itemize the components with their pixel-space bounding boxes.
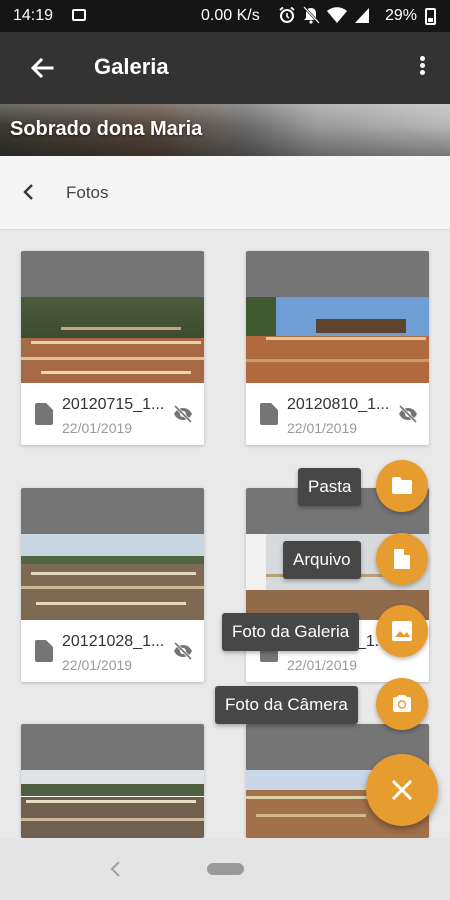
file-name: 20120810_1... (287, 396, 390, 413)
card-header (246, 251, 429, 297)
card-info: 20121028_1... 22/01/2019 (21, 620, 204, 682)
visibility-off-icon[interactable] (398, 405, 418, 423)
battery-icon (425, 8, 436, 25)
visibility-off-icon[interactable] (173, 642, 193, 660)
gallery-card[interactable] (21, 724, 204, 838)
fab-label-arquivo[interactable]: Arquivo (283, 541, 361, 579)
breadcrumb: Fotos (0, 156, 450, 230)
mute-icon (303, 6, 320, 24)
chevron-left-icon[interactable] (17, 180, 41, 204)
fab-label-foto-camera[interactable]: Foto da Câmera (215, 686, 358, 724)
card-header (21, 724, 204, 770)
fab-close-button[interactable] (366, 754, 438, 826)
file-icon (35, 403, 53, 425)
card-header (21, 251, 204, 297)
system-nav-bar (0, 838, 450, 900)
arrow-back-icon[interactable] (26, 52, 58, 84)
file-date: 22/01/2019 (287, 657, 358, 673)
gallery-photo-button[interactable] (376, 605, 428, 657)
visibility-off-icon[interactable] (173, 405, 193, 423)
alarm-icon (279, 6, 295, 23)
card-photo[interactable] (21, 534, 204, 620)
camera-button[interactable] (376, 678, 428, 730)
file-icon (394, 549, 410, 569)
card-info: 20120715_1... 22/01/2019 (21, 383, 204, 445)
signal-icon (355, 8, 369, 23)
file-name: 20121028_1... (62, 633, 165, 650)
project-title: Sobrado dona Maria (10, 118, 203, 140)
wifi-icon (327, 7, 347, 23)
battery-percent: 29% (385, 7, 418, 24)
folder-icon (392, 477, 412, 494)
more-vert-icon[interactable] (408, 54, 436, 82)
nav-back-icon[interactable] (108, 860, 122, 878)
status-time: 14:19 (13, 7, 54, 24)
file-button[interactable] (376, 533, 428, 585)
file-name: 20120715_1... (62, 396, 165, 413)
card-info: 20120810_1... 22/01/2019 (246, 383, 429, 445)
card-header (21, 488, 204, 534)
fab-label-foto-galeria[interactable]: Foto da Galeria (222, 613, 360, 651)
gallery-card[interactable]: 20120715_1... 22/01/2019 (21, 251, 204, 445)
file-icon (260, 403, 278, 425)
status-bar: 14:19 0.00 K/s 29% (0, 0, 450, 32)
file-date: 22/01/2019 (62, 657, 133, 673)
image-icon (392, 621, 412, 641)
card-photo[interactable] (21, 770, 204, 838)
status-icons (278, 6, 370, 24)
card-photo[interactable] (246, 297, 429, 383)
file-icon (35, 640, 53, 662)
gallery-card[interactable]: 20120810_1... 22/01/2019 (246, 251, 429, 445)
folder-button[interactable] (376, 460, 428, 512)
image-icon (72, 9, 86, 21)
breadcrumb-label: Fotos (66, 183, 109, 202)
file-date: 22/01/2019 (62, 420, 133, 436)
app-toolbar: Galeria (0, 32, 450, 104)
file-date: 22/01/2019 (287, 420, 358, 436)
network-speed: 0.00 K/s (201, 7, 260, 24)
gallery-card[interactable]: 20121028_1... 22/01/2019 (21, 488, 204, 682)
page-title: Galeria (94, 54, 169, 79)
camera-icon (393, 695, 411, 712)
fab-label-pasta[interactable]: Pasta (298, 468, 362, 506)
project-banner: Sobrado dona Maria (0, 104, 450, 156)
nav-home-pill[interactable] (207, 863, 244, 875)
card-photo[interactable] (21, 297, 204, 383)
close-icon (391, 779, 413, 801)
